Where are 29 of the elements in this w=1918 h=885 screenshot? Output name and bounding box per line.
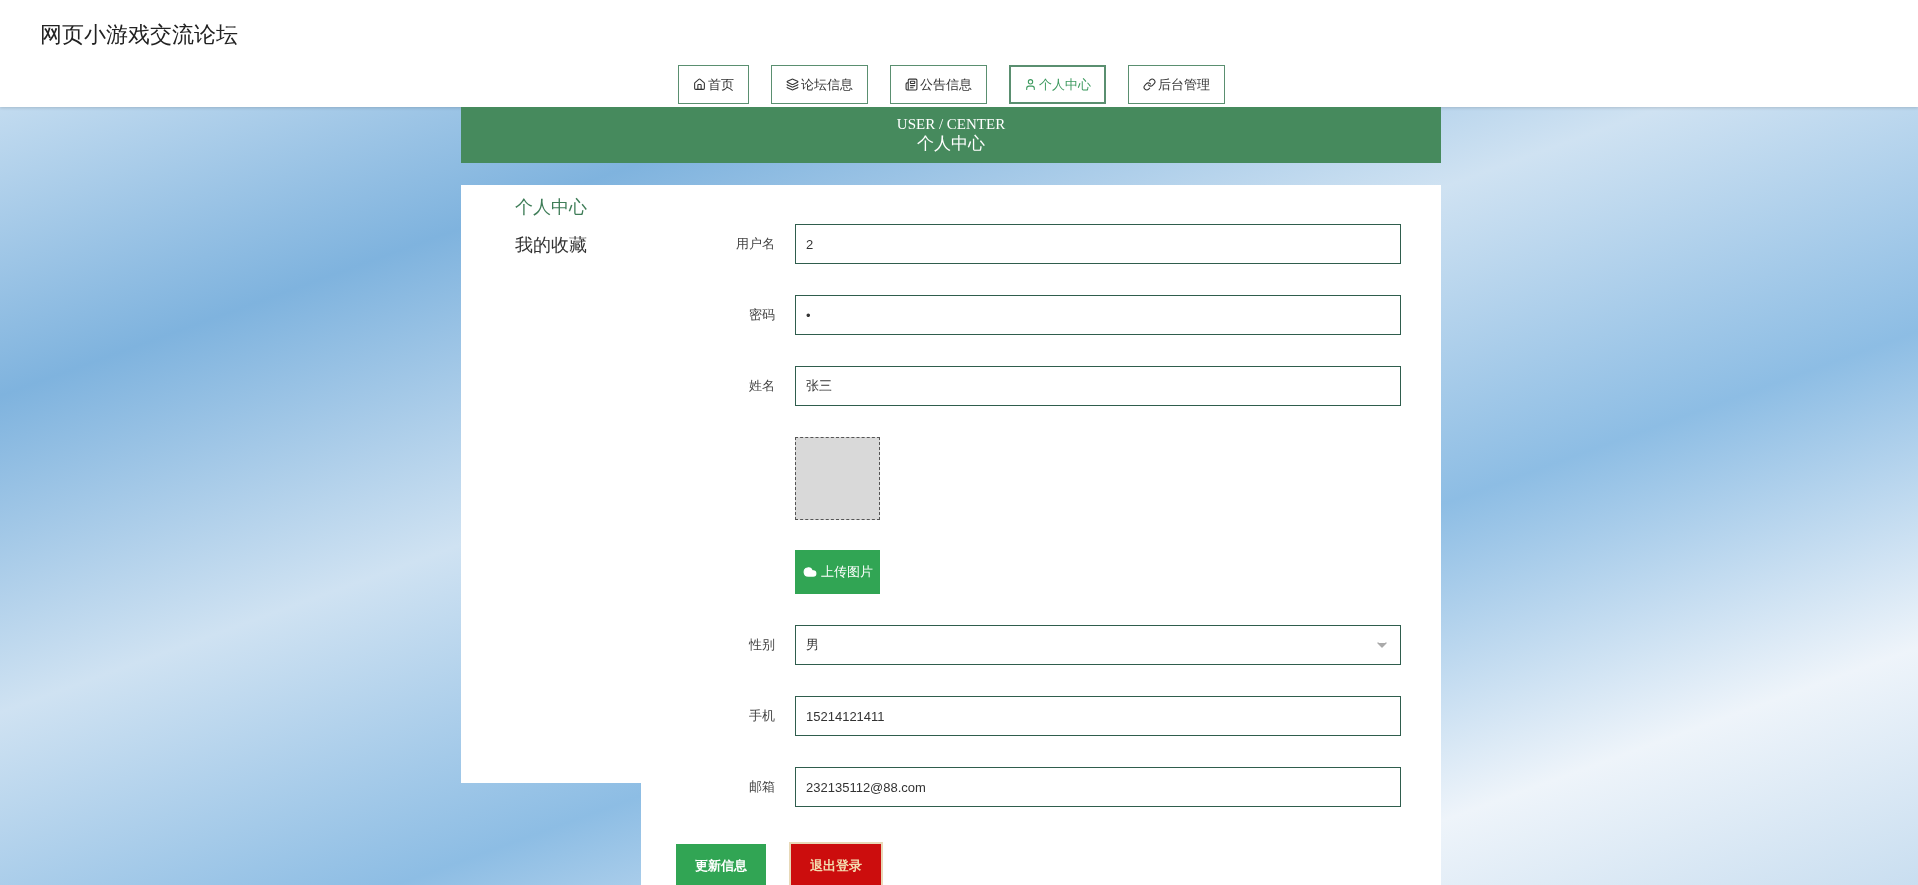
home-icon [693,78,706,91]
layers-icon [786,78,799,91]
banner-subtitle: USER / CENTER [896,115,1006,133]
link-icon [1143,78,1156,91]
nav-tab[interactable]: 后台管理 [1128,65,1225,104]
field-label: 性别 [749,636,775,654]
input-field[interactable]: 2 [795,224,1401,264]
field-label: 邮箱 [749,778,775,796]
input-field[interactable]: • [795,295,1401,335]
input-field[interactable]: 15214121411 [795,696,1401,736]
cloud-icon [802,565,817,579]
user-icon [1024,78,1037,91]
nav-tab[interactable]: 个人中心 [1009,65,1106,104]
field-label: 姓名 [749,377,775,395]
banner-title: 个人中心 [917,133,985,155]
sidebar-item[interactable]: 个人中心 [515,195,641,219]
input-field[interactable]: 张三 [795,366,1401,406]
input-field[interactable]: 232135112@88.com [795,767,1401,807]
field-label: 密码 [749,306,775,324]
field-label: 用户名 [736,235,775,253]
nav-tab[interactable]: 首页 [678,65,749,104]
nav-tab[interactable]: 论坛信息 [771,65,868,104]
nav-tab[interactable]: 公告信息 [890,65,987,104]
sidebar-item[interactable]: 我的收藏 [515,233,641,257]
newspaper-icon [905,78,918,91]
select-field[interactable]: 男 [795,625,1401,665]
site-title: 网页小游戏交流论坛 [39,21,239,44]
logout-button[interactable]: 退出登录 [791,844,881,885]
field-label: 手机 [749,707,775,725]
